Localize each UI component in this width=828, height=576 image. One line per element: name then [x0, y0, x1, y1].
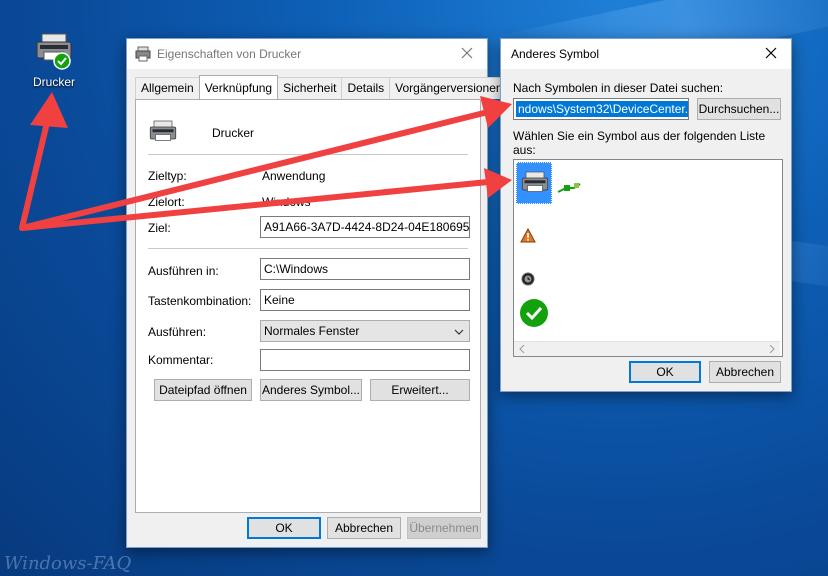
kommentar-input[interactable]	[260, 349, 470, 371]
checkmark-icon[interactable]	[519, 298, 549, 328]
properties-window[interactable]: Eigenschaften von Drucker Allgemein Verk…	[126, 38, 509, 548]
ok-button[interactable]: OK	[247, 517, 321, 539]
tab-details[interactable]: Details	[341, 77, 391, 99]
scroll-left-icon[interactable]	[518, 345, 526, 353]
ausfuehren-select[interactable]: Normales Fenster	[260, 320, 470, 342]
printer-icon	[521, 171, 549, 192]
properties-title: Eigenschaften von Drucker	[157, 47, 302, 61]
tab-verknuepfung[interactable]: Verknüpfung	[198, 75, 279, 99]
icon-list-item-selected[interactable]	[516, 162, 552, 204]
desktop-icon-label: Drucker	[32, 75, 75, 89]
printer-small-icon	[135, 46, 151, 62]
printer-icon	[149, 120, 177, 141]
change-icon-title: Anderes Symbol	[511, 47, 600, 61]
icon-list-scrollbar[interactable]	[514, 341, 780, 356]
shortcut-panel: Drucker Zieltyp: Anwendung Zielort: Wind…	[135, 99, 481, 513]
tab-vorgaengerversionen[interactable]: Vorgängerversionen	[389, 77, 509, 99]
shortcut-name: Drucker	[212, 126, 255, 140]
ausfuehren-label: Ausführen:	[148, 325, 207, 339]
tastenkombination-label: Tastenkombination:	[148, 294, 252, 308]
divider	[148, 154, 468, 155]
close-icon[interactable]	[763, 45, 779, 61]
desktop-icon-printer[interactable]: Drucker	[22, 30, 86, 89]
usb-cable-icon[interactable]	[556, 180, 582, 196]
divider	[148, 248, 468, 249]
icon-list-label-line1: Wählen Sie ein Symbol aus der folgenden …	[513, 129, 766, 143]
erweitert-button[interactable]: Erweitert...	[370, 379, 470, 401]
dateipfad-oeffnen-button[interactable]: Dateipfad öffnen	[154, 379, 252, 401]
zielort-label: Zielort:	[148, 195, 185, 209]
tastenkombination-input[interactable]: Keine	[260, 289, 470, 311]
watermark: Windows-FAQ	[4, 553, 132, 574]
icon-list[interactable]	[513, 159, 783, 357]
close-icon[interactable]	[459, 45, 475, 61]
zieltyp-label: Zieltyp:	[148, 169, 187, 183]
properties-titlebar[interactable]: Eigenschaften von Drucker	[127, 39, 487, 69]
ziel-label: Ziel:	[148, 221, 171, 235]
arrow-to-desktop-icon	[19, 92, 68, 231]
change-icon-titlebar[interactable]: Anderes Symbol	[501, 39, 791, 69]
ok-button[interactable]: OK	[629, 361, 701, 383]
properties-tabs: Allgemein Verknüpfung Sicherheit Details…	[135, 75, 509, 99]
icon-file-input[interactable]: ndows\System32\DeviceCenter.dll	[513, 98, 689, 120]
icon-file-value: ndows\System32\DeviceCenter.dll	[516, 101, 688, 117]
kommentar-label: Kommentar:	[148, 353, 214, 367]
scroll-right-icon[interactable]	[768, 345, 776, 353]
printer-icon	[36, 33, 72, 70]
tab-allgemein[interactable]: Allgemein	[135, 77, 200, 99]
zielort-value: Windows	[262, 195, 311, 209]
ausfuehren-select-value: Normales Fenster	[264, 324, 360, 338]
ausfuehren-in-label: Ausführen in:	[148, 264, 219, 278]
anderes-symbol-button[interactable]: Anderes Symbol...	[260, 379, 362, 401]
abbrechen-button[interactable]: Abbrechen	[327, 517, 401, 539]
chevron-down-icon	[454, 329, 464, 335]
warning-icon[interactable]	[520, 228, 536, 244]
uebernehmen-button[interactable]: Übernehmen	[407, 517, 481, 539]
ziel-input[interactable]: A91A66-3A7D-4424-8D24-04E180695C7A}	[260, 216, 470, 238]
change-icon-dialog[interactable]: Anderes Symbol Nach Symbolen in dieser D…	[500, 38, 792, 392]
zieltyp-value: Anwendung	[262, 169, 326, 183]
icon-list-label-line2: aus:	[513, 143, 536, 157]
tab-sicherheit[interactable]: Sicherheit	[277, 77, 343, 99]
durchsuchen-button[interactable]: Durchsuchen...	[697, 98, 781, 120]
cancel-button[interactable]: Abbrechen	[709, 361, 781, 383]
clock-icon[interactable]	[521, 272, 535, 286]
search-file-label: Nach Symbolen in dieser Datei suchen:	[513, 81, 724, 95]
ausfuehren-in-input[interactable]: C:\Windows	[260, 258, 470, 280]
